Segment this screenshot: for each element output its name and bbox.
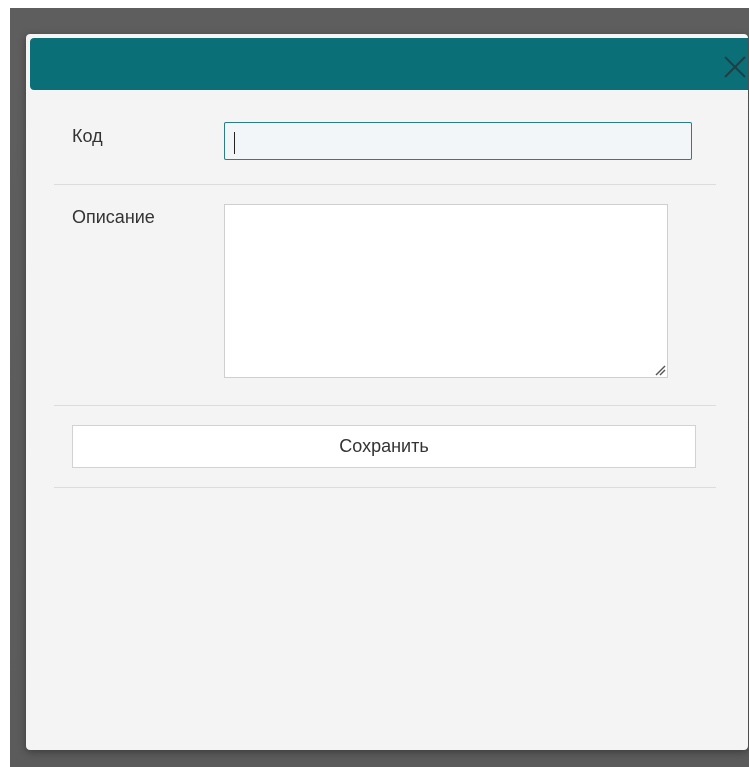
close-icon[interactable] [718,50,748,84]
dialog-titlebar [30,38,748,90]
save-button[interactable]: Сохранить [72,425,696,468]
code-label: Код [72,126,103,146]
save-row: Сохранить [54,406,716,488]
description-row: Описание [54,185,716,406]
resize-handle-icon[interactable] [654,363,666,376]
code-input[interactable] [224,122,692,160]
edit-dialog: Код Описание Сохранить [26,34,748,750]
description-label: Описание [72,207,155,227]
text-caret [234,132,235,154]
page-backdrop-edge [0,8,10,767]
code-row: Код [54,90,716,185]
description-textarea[interactable] [224,204,668,378]
